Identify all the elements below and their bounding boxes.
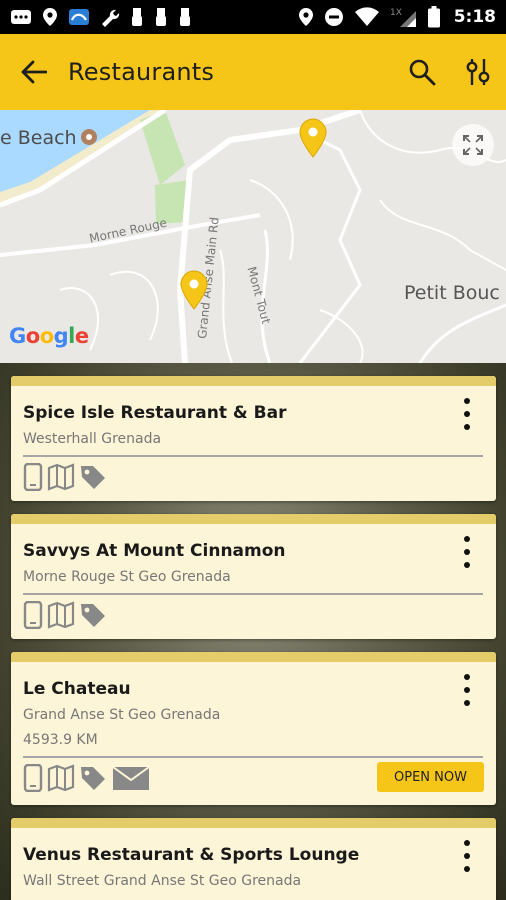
wifi-icon	[354, 7, 379, 27]
svg-text:1X: 1X	[390, 8, 402, 18]
status-bar: 1X 5:18	[0, 0, 506, 34]
more-options-button[interactable]	[452, 396, 482, 432]
tag-icon[interactable]	[79, 764, 107, 792]
restaurant-card[interactable]: Spice Isle Restaurant & Bar Westerhall G…	[11, 376, 496, 501]
filter-icon	[466, 59, 490, 85]
restaurant-address: Morne Rouge St Geo Grenada	[23, 569, 231, 585]
usb-icon	[132, 8, 142, 26]
card-accent	[11, 652, 496, 662]
more-options-button[interactable]	[452, 672, 482, 708]
restaurant-name[interactable]: Venus Restaurant & Sports Lounge	[23, 845, 359, 865]
page-title: Restaurants	[68, 58, 215, 86]
more-options-button[interactable]	[452, 534, 482, 570]
tag-icon[interactable]	[79, 463, 107, 491]
usb-icon	[156, 8, 166, 26]
restaurant-address: Westerhall Grenada	[23, 431, 162, 447]
arrow-back-icon	[21, 60, 47, 84]
card-accent	[11, 514, 496, 524]
tag-icon[interactable]	[79, 601, 107, 629]
card-accent	[11, 818, 496, 828]
more-vert-icon	[464, 674, 470, 680]
location-icon	[43, 8, 57, 26]
open-now-button[interactable]: OPEN NOW	[377, 762, 484, 792]
search-icon	[409, 59, 436, 86]
google-logo: Google	[9, 324, 89, 348]
back-button[interactable]	[0, 34, 68, 110]
phone-icon[interactable]	[23, 463, 43, 491]
more-vert-icon	[464, 398, 470, 404]
signal-icon: 1X	[390, 8, 416, 27]
restaurant-name[interactable]: Spice Isle Restaurant & Bar	[23, 403, 286, 423]
more-vert-icon	[464, 536, 470, 542]
divider	[23, 455, 483, 457]
map[interactable]: e Beach Petit Bouc Morne Rouge Grand Ans…	[0, 110, 506, 363]
wrench-icon	[102, 9, 120, 27]
divider	[23, 593, 483, 595]
restaurant-distance: 4593.9 KM	[23, 732, 98, 748]
phone-icon[interactable]	[23, 601, 43, 629]
map-pin-icon[interactable]	[180, 270, 208, 310]
map-expand-button[interactable]	[452, 124, 494, 166]
restaurant-address: Wall Street Grand Anse St Geo Grenada	[23, 873, 302, 889]
map-label-beach: e Beach	[0, 127, 77, 149]
card-accent	[11, 376, 496, 386]
restaurant-name[interactable]: Le Chateau	[23, 679, 131, 699]
restaurant-card[interactable]: Venus Restaurant & Sports Lounge Wall St…	[11, 818, 496, 900]
do-not-disturb-icon	[324, 8, 343, 26]
usb-icon	[69, 9, 89, 25]
restaurant-card[interactable]: Le Chateau Grand Anse St Geo Grenada 459…	[11, 652, 496, 805]
restaurant-name[interactable]: Savvys At Mount Cinnamon	[23, 541, 286, 561]
more-vert-icon	[464, 840, 470, 846]
map-icon[interactable]	[47, 463, 75, 491]
restaurant-address: Grand Anse St Geo Grenada	[23, 707, 221, 723]
more-options-button[interactable]	[452, 838, 482, 874]
divider	[23, 756, 483, 758]
phone-icon[interactable]	[23, 764, 43, 792]
app-bar: Restaurants	[0, 34, 506, 110]
usb-icon	[180, 8, 190, 26]
restaurant-card[interactable]: Savvys At Mount Cinnamon Morne Rouge St …	[11, 514, 496, 639]
notification-icon	[11, 10, 31, 24]
mail-icon[interactable]	[111, 764, 151, 792]
beach-icon	[81, 129, 97, 145]
status-time: 5:18	[453, 7, 496, 27]
location-icon	[298, 8, 313, 26]
map-icon[interactable]	[47, 601, 75, 629]
search-button[interactable]	[394, 34, 450, 110]
battery-icon	[427, 6, 440, 28]
fullscreen-icon	[463, 135, 483, 155]
map-label-petit-bouc: Petit Bouc	[404, 282, 500, 304]
filter-button[interactable]	[450, 34, 506, 110]
map-pin-icon[interactable]	[299, 118, 327, 158]
restaurant-list[interactable]: Spice Isle Restaurant & Bar Westerhall G…	[0, 363, 506, 900]
map-icon[interactable]	[47, 764, 75, 792]
